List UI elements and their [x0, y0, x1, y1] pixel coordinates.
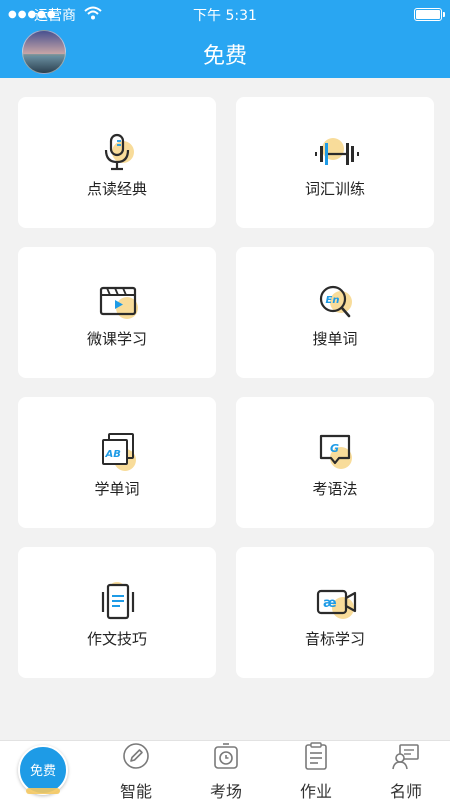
page-title: 免费 — [202, 44, 247, 69]
card-label: 音标学习 — [304, 630, 365, 648]
svg-text:En: En — [326, 295, 340, 306]
tab-label: 作业 — [299, 782, 332, 800]
card-label: 点读经典 — [86, 180, 147, 198]
search-en-icon: En — [319, 285, 352, 318]
battery-icon — [414, 8, 445, 21]
ab-card-icon: AB — [102, 433, 136, 471]
card-dianduJingdian[interactable]: 点读经典 — [18, 97, 216, 228]
tab-label: 智能 — [119, 782, 152, 800]
clipboard-icon — [305, 742, 327, 770]
card-weikeXuexi[interactable]: 微课学习 — [18, 247, 216, 378]
card-label: 考语法 — [312, 480, 358, 498]
card-kaoYufa[interactable]: G 考语法 — [236, 397, 434, 528]
tab-kaochang[interactable]: 考场 — [191, 742, 261, 800]
card-cihuiXunlian[interactable]: 词汇训练 — [236, 97, 434, 228]
svg-text:G: G — [330, 442, 339, 455]
card-xueDanci[interactable]: AB 学单词 — [18, 397, 216, 528]
status-bar: ●●●●● 运营商 下午 5:31 — [0, 0, 450, 28]
card-label: 作文技巧 — [86, 630, 147, 648]
tab-mingshi[interactable]: 名师 — [371, 742, 441, 800]
card-zuowenJiqiao[interactable]: 作文技巧 — [18, 547, 216, 678]
dumbbell-icon — [315, 138, 359, 165]
video-player-icon — [99, 286, 138, 319]
card-label: 搜单词 — [312, 330, 358, 348]
card-yinbiaoXuexi[interactable]: æ 音标学习 — [236, 547, 434, 678]
g-chat-icon: G — [319, 434, 352, 469]
phone-document-icon — [101, 582, 135, 620]
tab-free-button[interactable]: 免费 — [18, 745, 68, 795]
status-time: 下午 5:31 — [193, 8, 257, 24]
card-souDanci[interactable]: En 搜单词 — [236, 247, 434, 378]
tab-label: 考场 — [209, 782, 242, 800]
card-label: 词汇训练 — [304, 180, 365, 198]
teacher-icon — [392, 744, 419, 770]
tab-label: 名师 — [389, 782, 422, 800]
pencil-icon — [123, 743, 149, 769]
header-bar: ●●●●● 运营商 下午 5:31 免费 — [0, 0, 450, 78]
tab-zhineng[interactable]: 智能 — [101, 742, 171, 800]
clock-icon — [214, 743, 238, 769]
svg-text:AB: AB — [105, 449, 121, 460]
card-label: 微课学习 — [86, 330, 147, 348]
svg-text:æ: æ — [323, 596, 337, 611]
card-label: 学单词 — [94, 480, 140, 498]
microphone-icon — [104, 133, 134, 171]
ae-camera-icon: æ — [316, 589, 357, 619]
tab-zuoye[interactable]: 作业 — [281, 742, 351, 800]
